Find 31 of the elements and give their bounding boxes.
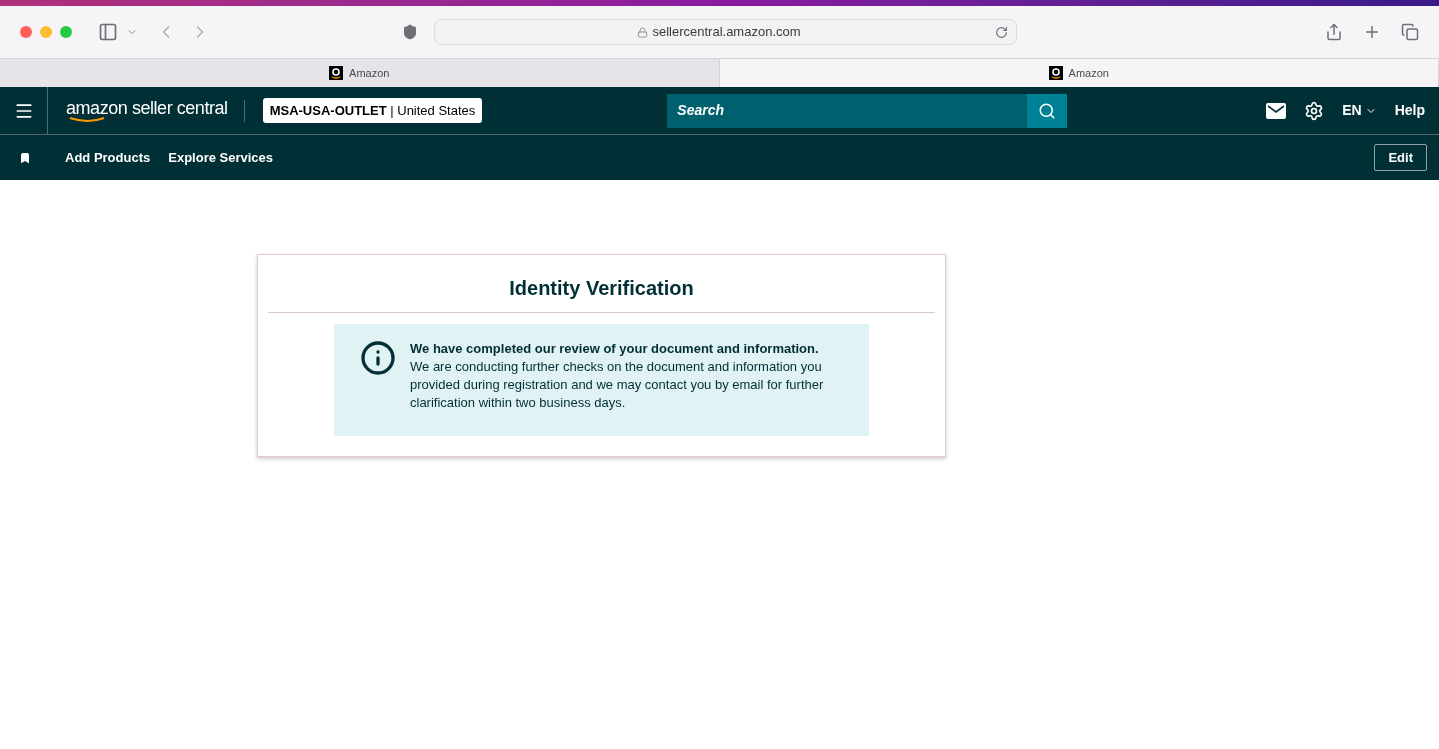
alert-message: We are conducting further checks on the document and information you provided during registration and we may contact you by email for further clarification within two business days. bbox=[410, 358, 825, 412]
edit-button[interactable]: Edit bbox=[1374, 143, 1427, 172]
address-bar[interactable]: sellercentral.amazon.com bbox=[434, 19, 1017, 45]
url-text: sellercentral.amazon.com bbox=[652, 23, 801, 42]
mail-icon[interactable] bbox=[1266, 102, 1287, 119]
tabs-overview-icon[interactable] bbox=[1401, 23, 1419, 41]
nav-link[interactable]: Add Products bbox=[65, 147, 151, 168]
seller-central-logo[interactable]: amazon seller central bbox=[66, 98, 228, 123]
alert-heading: We have completed our review of your document and information. bbox=[410, 340, 820, 358]
close-window-button[interactable] bbox=[20, 26, 32, 38]
tab-title: Amazon bbox=[1068, 65, 1109, 81]
new-tab-icon[interactable] bbox=[1363, 23, 1381, 41]
browser-tab[interactable]: Amazon bbox=[719, 59, 1439, 87]
card-title: Identity Verification bbox=[508, 276, 695, 301]
sidebar-icon[interactable] bbox=[98, 22, 118, 42]
store-selector[interactable]: MSA-USA-OUTLET | United States bbox=[262, 97, 483, 124]
info-icon bbox=[360, 340, 396, 376]
browser-tab[interactable]: Amazon bbox=[0, 59, 720, 87]
bookmark-icon[interactable] bbox=[19, 151, 31, 164]
nav-link[interactable]: Explore Services bbox=[168, 147, 274, 168]
language-selector[interactable]: EN bbox=[1342, 100, 1377, 121]
search-button[interactable] bbox=[1027, 93, 1068, 128]
share-icon[interactable] bbox=[1325, 23, 1343, 41]
reload-icon[interactable] bbox=[995, 25, 1008, 39]
shield-icon[interactable] bbox=[402, 24, 418, 40]
search-field[interactable]: Search bbox=[667, 93, 1028, 128]
search-icon bbox=[1038, 101, 1057, 120]
tab-title: Amazon bbox=[349, 65, 390, 81]
settings-icon[interactable] bbox=[1304, 100, 1325, 121]
lock-icon bbox=[637, 26, 649, 38]
help-link[interactable]: Help bbox=[1394, 100, 1425, 121]
